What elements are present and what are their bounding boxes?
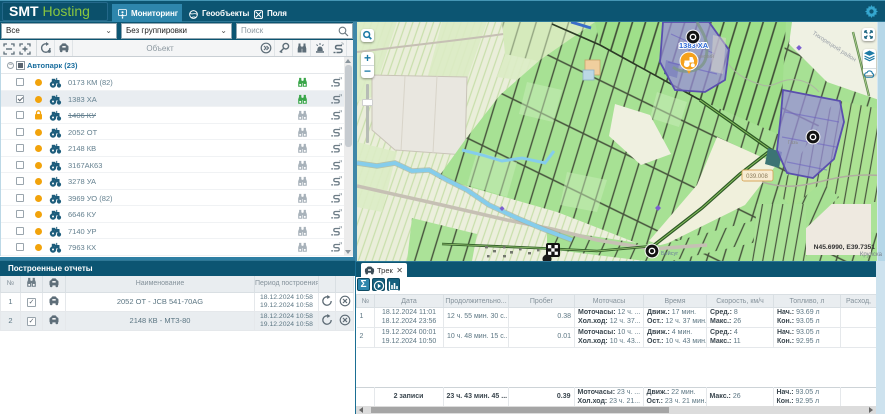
svg-text:24: 24 [339,193,342,197]
svg-text:анский: анский [698,53,714,60]
svg-text:039.008: 039.008 [746,174,768,180]
svg-text:24: 24 [339,176,342,180]
svg-text:24: 24 [339,242,342,246]
svg-text:24: 24 [339,209,342,213]
svg-text:24: 24 [339,160,342,164]
svg-text:24: 24 [339,110,342,114]
svg-text:24: 24 [339,143,342,147]
svg-text:Газь: Газь [788,140,798,146]
svg-text:24: 24 [341,42,344,46]
svg-text:Бейсуг: Бейсуг [661,250,678,257]
svg-text:24: 24 [339,127,342,131]
svg-text:24: 24 [339,94,342,98]
svg-text:24: 24 [339,226,342,230]
svg-text:24: 24 [339,77,342,81]
